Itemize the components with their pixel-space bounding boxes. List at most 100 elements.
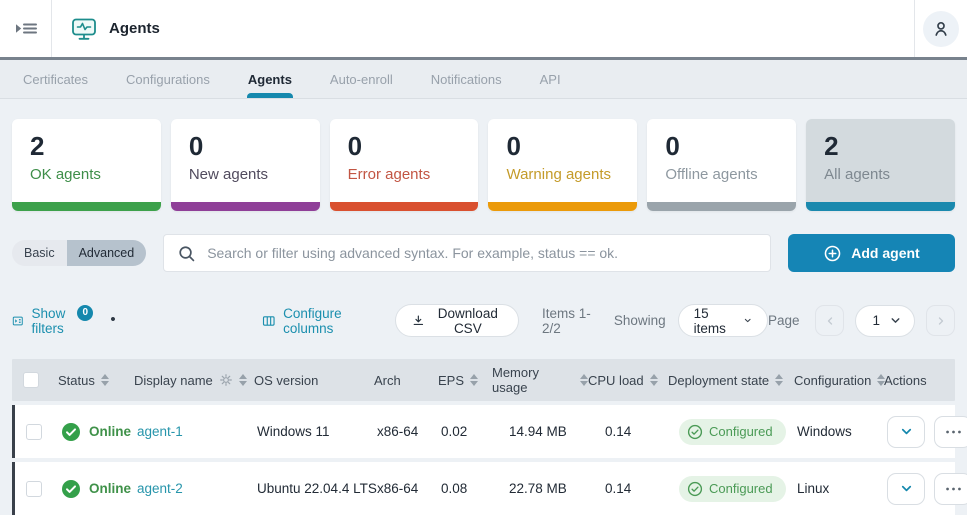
actions-cell <box>887 472 967 505</box>
configuration-value: Windows <box>797 424 852 439</box>
sort-icon[interactable] <box>649 374 658 386</box>
card-warning-agents[interactable]: 0 Warning agents <box>488 119 638 211</box>
eps-value: 0.08 <box>441 481 468 496</box>
column-label: Status <box>58 372 95 388</box>
column-label: Arch <box>374 372 401 388</box>
page-size-dropdown[interactable]: 15 items <box>677 304 768 337</box>
sidebar-toggle-button[interactable] <box>0 0 52 57</box>
items-range-text: Items 1-2/2 <box>542 305 591 336</box>
expand-row-button[interactable] <box>887 415 925 448</box>
column-header-cpu-load[interactable]: CPU load <box>588 373 668 388</box>
tab-label: Notifications <box>430 71 502 87</box>
tab-certificates[interactable]: Certificates <box>4 60 107 98</box>
card-value: 2 <box>30 131 45 161</box>
tab-notifications[interactable]: Notifications <box>412 60 521 98</box>
row-menu-button[interactable] <box>934 472 967 505</box>
agent-name-link[interactable]: agent-1 <box>137 424 183 439</box>
card-offline-agents[interactable]: 0 Offline agents <box>647 119 797 211</box>
sort-down-arrow <box>100 381 109 386</box>
basic-mode-button[interactable]: Basic <box>12 240 67 266</box>
tab-configurations[interactable]: Configurations <box>107 60 229 98</box>
filters-count-badge: 0 <box>77 304 94 321</box>
cpu-load-value: 0.14 <box>605 481 632 496</box>
sort-up-arrow <box>649 374 658 379</box>
card-label: OK agents <box>30 165 101 183</box>
configure-columns-label: Configure columns <box>283 305 342 336</box>
card-label: All agents <box>824 165 891 183</box>
download-csv-label: Download CSV <box>437 305 498 336</box>
memory-usage-value: 14.94 MB <box>509 424 567 439</box>
eps-cell: 0.08 <box>441 481 495 496</box>
card-value: 0 <box>665 131 680 161</box>
column-label: Display name <box>134 372 213 388</box>
column-label: Actions <box>884 372 927 388</box>
sort-icon[interactable] <box>100 374 109 386</box>
arch-cell: x86-64 <box>377 481 441 496</box>
gear-icon[interactable] <box>219 373 233 387</box>
card-color-bar <box>12 202 161 211</box>
show-filters-button[interactable]: Show filters 0 • <box>12 304 116 336</box>
arch-value: x86-64 <box>377 481 419 496</box>
status-cell: Online <box>61 479 137 499</box>
chevron-right-icon <box>938 316 943 325</box>
cpu-load-cell: 0.14 <box>591 481 671 496</box>
column-header-eps[interactable]: EPS <box>438 373 492 388</box>
column-header-deployment-state[interactable]: Deployment state <box>668 373 794 388</box>
sort-icon[interactable] <box>238 374 247 386</box>
chevron-down-icon <box>744 318 751 323</box>
eps-value: 0.02 <box>441 424 468 439</box>
column-header-memory-usage[interactable]: Memory usage <box>492 365 588 395</box>
card-color-bar <box>488 202 638 211</box>
next-page-button[interactable] <box>926 305 955 336</box>
card-color-bar <box>329 202 479 211</box>
online-check-icon <box>62 422 80 441</box>
column-label: Configuration <box>794 372 872 388</box>
column-header-status[interactable]: Status <box>58 373 134 388</box>
card-ok-agents[interactable]: 2 OK agents <box>12 119 161 211</box>
sort-icon[interactable] <box>775 374 784 386</box>
actions-cell <box>887 415 967 448</box>
page-number-dropdown[interactable]: 1 <box>855 304 915 337</box>
user-menu-button[interactable] <box>923 10 959 47</box>
tab-api[interactable]: API <box>521 60 580 98</box>
card-color-bar <box>647 202 797 211</box>
online-check-icon <box>62 479 80 498</box>
column-header-display-name[interactable]: Display name <box>134 373 254 388</box>
sort-up-arrow <box>775 374 784 379</box>
page-size-value: 15 items <box>693 305 726 336</box>
select-all-checkbox[interactable] <box>23 372 39 388</box>
sort-down-arrow <box>238 381 247 386</box>
sort-down-arrow <box>470 381 479 386</box>
row-checkbox[interactable] <box>26 423 42 440</box>
card-error-agents[interactable]: 0 Error agents <box>329 119 479 211</box>
sort-icon[interactable] <box>470 374 479 386</box>
advanced-mode-button[interactable]: Advanced <box>66 240 147 266</box>
tab-auto-enroll[interactable]: Auto-enroll <box>311 60 412 98</box>
agent-name-link[interactable]: agent-2 <box>137 481 183 496</box>
cpu-load-value: 0.14 <box>605 424 632 439</box>
tab-label: Agents <box>247 71 292 87</box>
configuration-cell: Linux <box>797 481 887 496</box>
sort-icon[interactable] <box>580 374 588 386</box>
user-area <box>914 0 967 57</box>
column-header-arch: Arch <box>374 373 438 388</box>
memory-usage-value: 22.78 MB <box>509 481 567 496</box>
tab-agents[interactable]: Agents <box>229 60 311 98</box>
tab-label: API <box>539 71 561 87</box>
previous-page-button[interactable] <box>815 305 845 336</box>
os-version-value: Windows 11 <box>257 424 330 439</box>
filter-panel-icon <box>12 316 23 325</box>
card-new-agents[interactable]: 0 New agents <box>170 119 320 211</box>
show-filters-label: Show filters <box>31 305 66 336</box>
row-checkbox[interactable] <box>26 480 42 497</box>
configure-columns-button[interactable]: Configure columns <box>262 306 368 336</box>
expand-row-button[interactable] <box>887 472 925 505</box>
add-agent-button[interactable]: Add agent <box>788 234 955 272</box>
search-input[interactable] <box>207 245 757 261</box>
column-header-configuration[interactable]: Configuration <box>794 372 886 388</box>
card-all-agents[interactable]: 2 All agents <box>806 119 955 211</box>
row-menu-button[interactable] <box>934 415 967 448</box>
card-label: Warning agents <box>506 165 611 183</box>
download-csv-button[interactable]: Download CSV <box>394 304 520 337</box>
column-label: Deployment state <box>668 372 770 388</box>
